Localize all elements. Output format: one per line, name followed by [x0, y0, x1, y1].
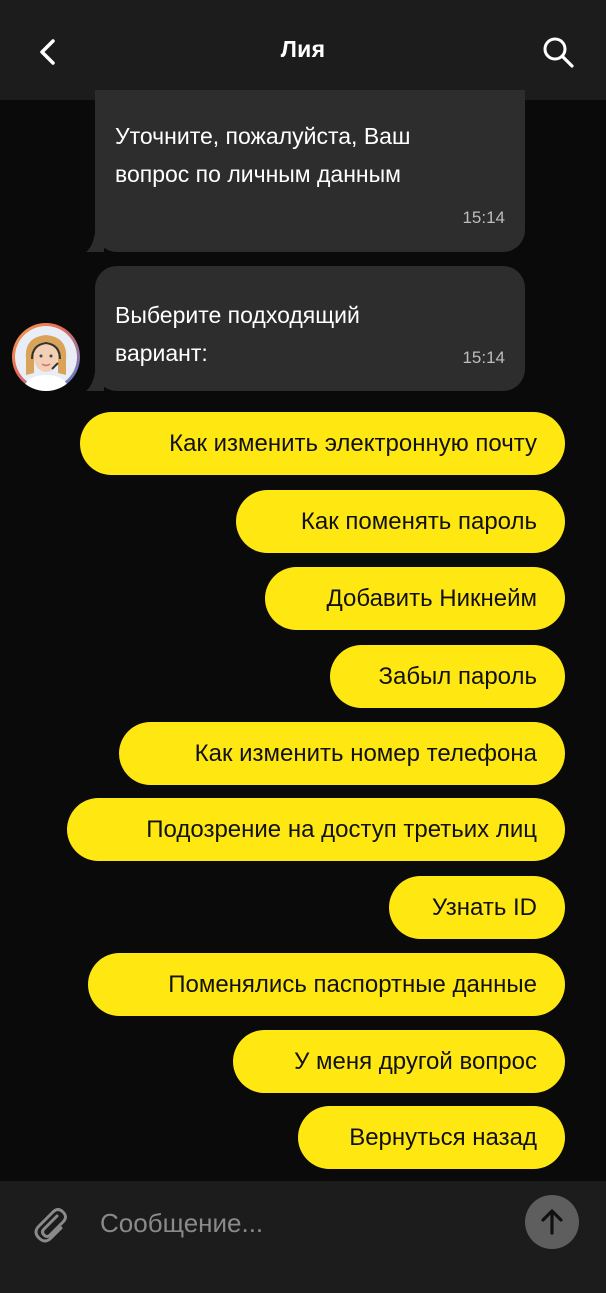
message-time: 15:14: [462, 348, 505, 367]
option-button[interactable]: Как изменить номер телефона: [119, 722, 565, 785]
option-button[interactable]: Вернуться назад: [298, 1106, 565, 1169]
option-button[interactable]: Добавить Никнейм: [265, 567, 565, 630]
message-input[interactable]: [100, 1200, 500, 1246]
message-time: 15:14: [462, 208, 505, 227]
paperclip-icon: [34, 1208, 67, 1243]
bot-message: Уточните, пожалуйста, Ваш вопрос по личн…: [95, 90, 525, 252]
option-button[interactable]: Подозрение на доступ третьих лиц: [67, 798, 565, 861]
message-line: вопрос по личным данным: [115, 161, 401, 187]
message-text: Уточните, пожалуйста, Ваш вопрос по личн…: [115, 117, 410, 193]
assistant-portrait-icon: [15, 326, 77, 391]
option-button[interactable]: Забыл пароль: [330, 645, 565, 708]
message-line: вариант:: [115, 340, 208, 366]
option-button[interactable]: Как изменить электронную почту: [80, 412, 565, 475]
assistant-avatar: [12, 323, 80, 391]
bubble-tail: [86, 226, 104, 252]
chat-header: Лия: [0, 0, 606, 100]
option-button[interactable]: У меня другой вопрос: [233, 1030, 565, 1093]
chat-title: Лия: [280, 36, 326, 62]
search-button[interactable]: [536, 30, 580, 74]
bot-message: Выберите подходящий вариант: 15:14: [95, 266, 525, 391]
message-text: Выберите подходящий вариант:: [115, 296, 360, 372]
option-button[interactable]: Поменялись паспортные данные: [88, 953, 565, 1016]
arrow-up-icon: [541, 1209, 563, 1235]
send-button[interactable]: [525, 1195, 579, 1249]
message-line: Уточните, пожалуйста, Ваш: [115, 123, 411, 149]
option-button[interactable]: Как поменять пароль: [236, 490, 565, 553]
search-icon: [543, 37, 574, 68]
bubble-tail: [86, 365, 104, 391]
attach-button[interactable]: [26, 1200, 74, 1248]
message-line: Выберите подходящий: [115, 302, 360, 328]
option-button[interactable]: Узнать ID: [389, 876, 565, 939]
